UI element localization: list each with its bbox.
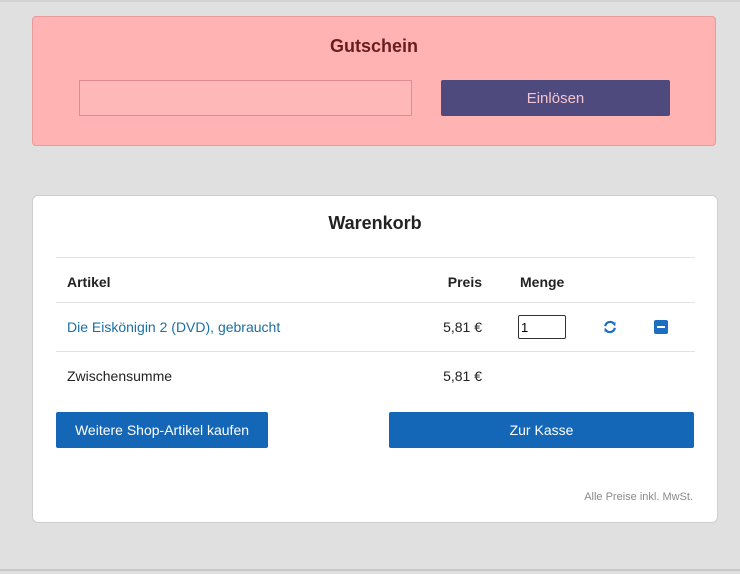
top-divider [0,0,740,2]
voucher-panel: Gutschein Einlösen [32,16,716,146]
remove-item-button[interactable] [654,320,670,336]
quantity-input[interactable] [518,315,566,339]
bottom-divider [0,569,740,571]
checkout-button[interactable]: Zur Kasse [389,412,694,448]
table-top-divider [56,257,695,258]
cart-panel: Warenkorb Artikel Preis Menge Die Eiskön… [32,195,718,523]
voucher-code-input[interactable] [79,80,412,116]
minus-square-icon [654,320,668,334]
price-tax-note: Alle Preise inkl. MwSt. [584,491,693,503]
column-header-article: Artikel [67,274,111,290]
product-price: 5,81 € [443,319,482,335]
redeem-button[interactable]: Einlösen [441,80,670,116]
column-header-price: Preis [447,274,482,290]
update-quantity-button[interactable] [602,319,618,335]
continue-shopping-button[interactable]: Weitere Shop-Artikel kaufen [56,412,268,448]
cart-title: Warenkorb [328,213,422,233]
product-link[interactable]: Die Eiskönigin 2 (DVD), gebraucht [67,319,280,335]
voucher-title: Gutschein [329,36,418,56]
column-header-quantity: Menge [520,274,565,290]
header-divider [56,302,695,303]
refresh-icon [604,320,616,334]
product-name-cell: Die Eiskönigin 2 (DVD), gebraucht [67,318,280,336]
row-divider [56,351,695,352]
subtotal-label: Zwischensumme [67,368,173,384]
subtotal-value: 5,81 € [443,368,482,384]
